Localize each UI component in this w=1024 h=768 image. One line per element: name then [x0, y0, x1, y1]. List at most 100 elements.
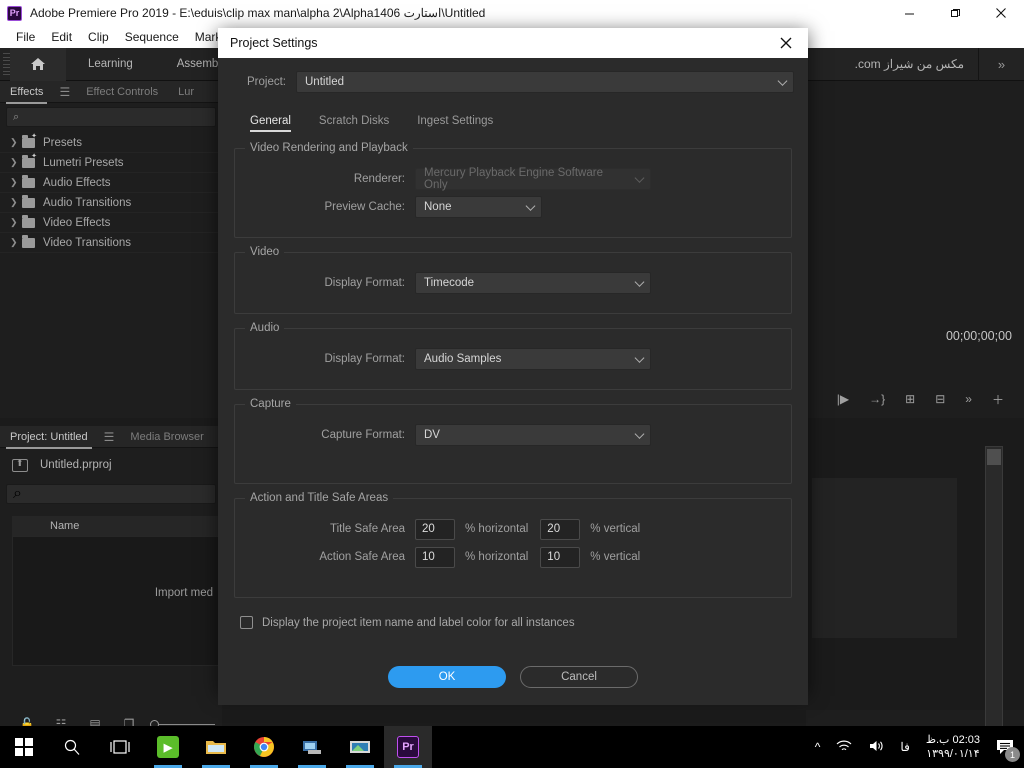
project-select[interactable]: Untitled: [296, 71, 794, 93]
tab-scratch-disks[interactable]: Scratch Disks: [319, 115, 389, 132]
menu-item-file[interactable]: File: [8, 26, 43, 48]
ok-button[interactable]: OK: [388, 666, 506, 688]
effects-panel: Effects ☰ Effect Controls Lur ⌕ ❯ Preset…: [0, 81, 222, 418]
monitor-timecode[interactable]: 00;00;00;00: [946, 329, 1012, 343]
tree-item-presets[interactable]: ❯ Presets: [0, 132, 222, 153]
cancel-button[interactable]: Cancel: [520, 666, 638, 688]
action-safe-vertical-input[interactable]: 10: [540, 546, 581, 568]
taskbar-clock[interactable]: 02:03 ب.ظ ۱۳۹۹/۰۱/۱۴: [918, 733, 988, 761]
title-safe-vertical-input[interactable]: 20: [540, 518, 581, 540]
tab-project[interactable]: Project: Untitled: [0, 426, 98, 449]
section-capture: Capture Capture Format: DV: [234, 398, 792, 484]
tree-item-video-effects[interactable]: ❯ Video Effects: [0, 213, 222, 233]
home-icon[interactable]: [10, 47, 66, 81]
display-project-item-name-checkbox-row[interactable]: Display the project item name and label …: [232, 616, 794, 629]
menu-item-sequence[interactable]: Sequence: [117, 26, 187, 48]
project-item-list[interactable]: Import med: [12, 536, 222, 666]
chevron-right-icon[interactable]: ❯: [10, 137, 22, 148]
notification-icon[interactable]: 1: [988, 726, 1022, 768]
overwrite-icon[interactable]: ⊟: [925, 392, 955, 406]
tree-item-lumetri-presets[interactable]: ❯ Lumetri Presets: [0, 152, 222, 173]
import-media-hint: Import med: [154, 587, 213, 599]
row-title-safe-area: Title Safe Area 20 % horizontal 20 % ver…: [245, 517, 781, 541]
audio-display-format-select[interactable]: Audio Samples: [415, 348, 651, 370]
mark-in-icon[interactable]: |▶: [827, 392, 859, 406]
tray-chevron-icon[interactable]: ^: [807, 740, 829, 754]
chevron-right-icon[interactable]: ❯: [10, 157, 22, 168]
add-button-icon[interactable]: ＋: [982, 391, 1014, 408]
video-display-format-value: Timecode: [424, 277, 475, 289]
effects-panel-tabs: Effects ☰ Effect Controls Lur: [0, 81, 222, 104]
section-audio: Audio Display Format: Audio Samples: [234, 322, 792, 390]
hamburger-icon[interactable]: ☰: [98, 430, 121, 444]
maximize-button[interactable]: [932, 0, 978, 26]
tab-lumetri[interactable]: Lur: [168, 81, 204, 103]
task-view-button[interactable]: [96, 726, 144, 768]
tab-effects[interactable]: Effects: [0, 81, 53, 104]
insert-icon[interactable]: ⊞: [895, 392, 925, 406]
window-controls: [886, 0, 1024, 26]
close-button[interactable]: [978, 0, 1024, 26]
chevron-down-icon: [634, 353, 645, 363]
app-media[interactable]: [336, 726, 384, 768]
search-icon: ⌕: [13, 485, 22, 502]
folder-star-icon: [22, 152, 37, 168]
column-header-name: Name: [50, 520, 80, 532]
action-safe-horizontal-input[interactable]: 10: [415, 546, 455, 568]
wifi-icon[interactable]: [828, 739, 860, 756]
folder-icon: [22, 194, 35, 208]
premiere-icon: Pr: [397, 736, 419, 758]
language-indicator[interactable]: فا: [892, 740, 917, 754]
tree-item-audio-effects[interactable]: ❯ Audio Effects: [0, 173, 222, 193]
tree-item-label: Audio Transitions: [43, 196, 132, 209]
video-display-format-select[interactable]: Timecode: [415, 272, 651, 294]
speaker-icon[interactable]: [860, 739, 892, 756]
checkbox[interactable]: [240, 616, 253, 629]
app-chrome[interactable]: [240, 726, 288, 768]
tab-ingest-settings[interactable]: Ingest Settings: [417, 115, 493, 132]
hamburger-icon[interactable]: ☰: [53, 85, 76, 99]
tab-media-browser[interactable]: Media Browser: [120, 426, 213, 448]
preview-cache-select[interactable]: None: [415, 196, 542, 218]
more-icon[interactable]: »: [955, 392, 982, 406]
camtasia-icon: ▶: [157, 736, 179, 758]
app-edius[interactable]: [288, 726, 336, 768]
project-file-row[interactable]: Untitled.prproj: [0, 452, 112, 478]
capture-format-value: DV: [424, 429, 440, 441]
chevron-right-icon[interactable]: ❯: [10, 217, 22, 228]
search-button[interactable]: [48, 726, 96, 768]
workspace-overflow-icon[interactable]: »: [978, 47, 1024, 81]
field-label: Display Format:: [324, 353, 405, 365]
title-safe-horizontal-input[interactable]: 20: [415, 518, 455, 540]
checkbox-label: Display the project item name and label …: [262, 616, 575, 629]
tab-general[interactable]: General: [250, 115, 291, 132]
clock-time: 02:03 ب.ظ: [925, 734, 980, 746]
preview-cache-value: None: [424, 201, 452, 213]
notification-count: 1: [1005, 747, 1020, 762]
tree-item-audio-transitions[interactable]: ❯ Audio Transitions: [0, 193, 222, 213]
app-file-explorer[interactable]: [192, 726, 240, 768]
meter-segment: [987, 449, 1001, 465]
folder-icon: [22, 214, 35, 228]
capture-format-select[interactable]: DV: [415, 424, 651, 446]
field-renderer: Renderer: Mercury Playback Engine Softwa…: [245, 167, 781, 191]
effects-search-input[interactable]: ⌕: [6, 107, 216, 127]
menu-item-clip[interactable]: Clip: [80, 26, 117, 48]
app-premiere[interactable]: Pr: [384, 726, 432, 768]
folder-star-icon: [22, 132, 37, 148]
workspace-learning[interactable]: Learning: [66, 48, 155, 81]
tab-effect-controls[interactable]: Effect Controls: [76, 81, 168, 103]
close-icon[interactable]: [764, 28, 808, 58]
start-button[interactable]: [0, 726, 48, 768]
tree-item-label: Audio Effects: [43, 176, 111, 189]
minimize-button[interactable]: [886, 0, 932, 26]
chevron-right-icon[interactable]: ❯: [10, 237, 22, 248]
mark-out-icon[interactable]: →}: [859, 392, 895, 406]
app-camtasia[interactable]: ▶: [144, 726, 192, 768]
effects-tree: ❯ Presets ❯ Lumetri Presets ❯ Audio Effe…: [0, 132, 222, 253]
project-search-input[interactable]: ⌕: [6, 484, 216, 504]
tree-item-video-transitions[interactable]: ❯ Video Transitions: [0, 233, 222, 253]
chevron-right-icon[interactable]: ❯: [10, 177, 22, 188]
chevron-right-icon[interactable]: ❯: [10, 197, 22, 208]
menu-item-edit[interactable]: Edit: [43, 26, 80, 48]
